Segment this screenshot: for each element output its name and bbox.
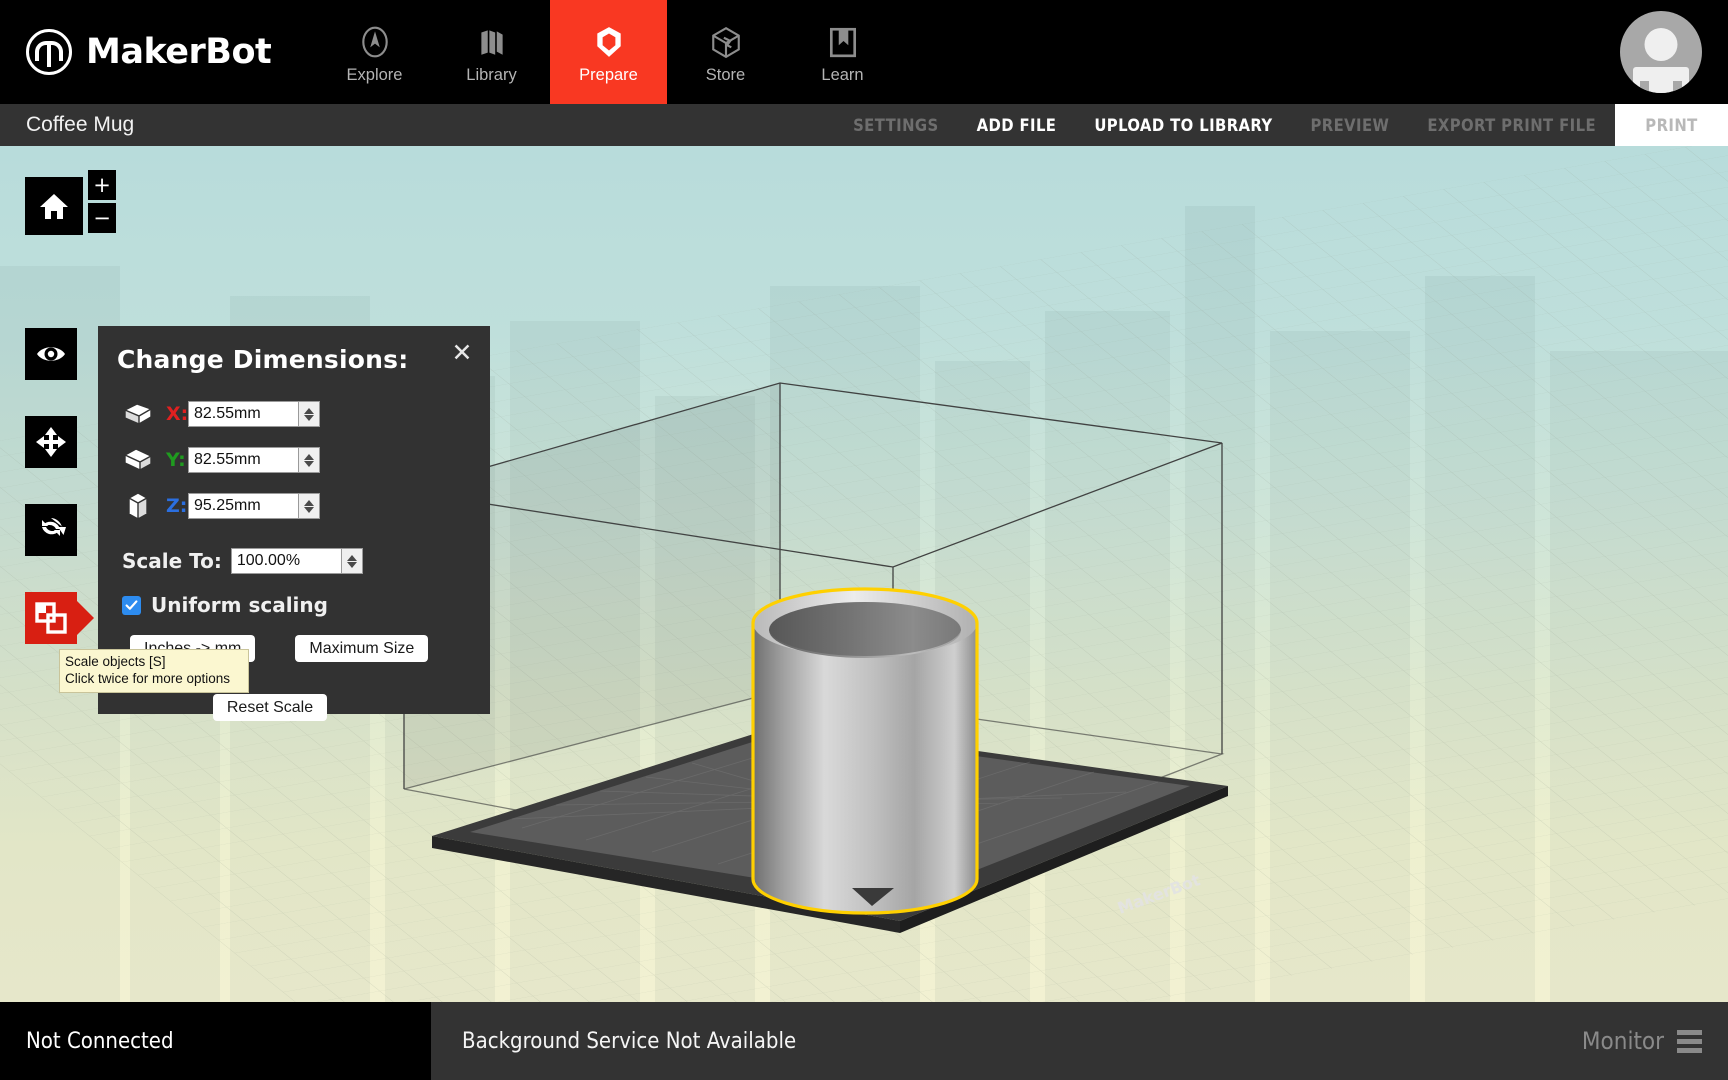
- y-spinner[interactable]: [298, 447, 320, 473]
- reset-button-row: Reset Scale: [98, 694, 490, 721]
- spinner-down-icon: [304, 414, 314, 421]
- scale-to-input[interactable]: 100.00%: [230, 548, 341, 574]
- project-toolbar: Coffee Mug SETTINGS ADD FILE UPLOAD TO L…: [0, 104, 1728, 146]
- top-navigation-bar: MakerBot Explore Library Prepare Store L…: [0, 0, 1728, 104]
- dimension-row-z: Z: 95.25mm: [98, 490, 490, 522]
- nav-item-store[interactable]: Store: [667, 0, 784, 104]
- maximum-size-button[interactable]: Maximum Size: [295, 635, 429, 662]
- x-dimension-input[interactable]: 82.55mm: [188, 401, 298, 427]
- nav-label-store: Store: [705, 66, 746, 84]
- avatar[interactable]: [1620, 11, 1702, 93]
- spinner-up-icon: [304, 407, 314, 414]
- toolbar-actions: SETTINGS ADD FILE UPLOAD TO LIBRARY PREV…: [834, 104, 1728, 146]
- bookmark-icon: [826, 25, 860, 59]
- tooltip-line-2: Click twice for more options: [65, 671, 231, 687]
- y-dimension-input[interactable]: 82.55mm: [188, 447, 298, 473]
- spinner-up-icon: [346, 554, 357, 561]
- nav-item-prepare[interactable]: Prepare: [550, 0, 667, 104]
- makerbot-prepare-icon: [592, 25, 626, 59]
- cube-x-icon: [122, 398, 154, 430]
- spinner-down-icon: [346, 561, 357, 568]
- page-title: Coffee Mug: [26, 113, 135, 136]
- scale-tool-tooltip: Scale objects [S] Click twice for more o…: [59, 649, 249, 693]
- avatar-notch-right: [1673, 81, 1682, 93]
- axis-label-y: Y:: [166, 449, 186, 471]
- z-dimension-input[interactable]: 95.25mm: [188, 493, 298, 519]
- nav-label-library: Library: [466, 66, 517, 84]
- reset-scale-button[interactable]: Reset Scale: [212, 694, 328, 721]
- connection-status: Not Connected: [0, 1002, 431, 1080]
- y-dimension-stepper[interactable]: 82.55mm: [188, 447, 320, 473]
- dimension-row-y: Y: 82.55mm: [98, 444, 490, 476]
- x-spinner[interactable]: [298, 401, 320, 427]
- checkmark-icon: [125, 599, 138, 610]
- x-dimension-stepper[interactable]: 82.55mm: [188, 401, 320, 427]
- status-bar: Not Connected Background Service Not Ava…: [0, 1002, 1728, 1080]
- build-plate-viewport[interactable]: MakerBot + − Scale objects [S] Click twi…: [0, 146, 1728, 1002]
- eye-icon: [37, 347, 65, 361]
- nav-label-learn: Learn: [821, 66, 864, 84]
- export-print-file-button[interactable]: EXPORT PRINT FILE: [1408, 104, 1615, 146]
- zoom-in-button[interactable]: +: [88, 170, 116, 200]
- rotate-arrows-icon: [42, 518, 66, 536]
- makerbot-m-logo-icon: [26, 29, 72, 75]
- object-tools-rail: [25, 328, 94, 680]
- zoom-out-button[interactable]: −: [88, 203, 116, 233]
- box-icon: [709, 25, 743, 59]
- makerbot-print-window: MakerBot Explore Library Prepare Store L…: [0, 0, 1728, 1080]
- monitor-button[interactable]: Monitor: [1582, 1002, 1728, 1080]
- avatar-head: [1644, 28, 1678, 61]
- zoom-controls: + −: [88, 170, 116, 236]
- hamburger-menu-icon: [1677, 1029, 1702, 1053]
- spinner-down-icon: [304, 506, 314, 513]
- uniform-scaling-label: Uniform scaling: [151, 593, 328, 617]
- scale-tool-button[interactable]: [25, 592, 94, 644]
- monitor-label: Monitor: [1581, 1027, 1664, 1055]
- axis-label-z: Z:: [166, 495, 188, 517]
- nav-label-explore: Explore: [346, 66, 403, 84]
- preview-button[interactable]: PREVIEW: [1292, 104, 1409, 146]
- z-spinner[interactable]: [298, 493, 320, 519]
- move-tool-button[interactable]: [25, 416, 77, 468]
- spinner-up-icon: [304, 499, 314, 506]
- upload-to-library-button[interactable]: UPLOAD TO LIBRARY: [1075, 104, 1291, 146]
- books-icon: [475, 25, 509, 59]
- dimension-row-x: X: 82.55mm: [98, 398, 490, 430]
- main-nav-items: Explore Library Prepare Store Learn: [316, 0, 901, 104]
- scale-to-spinner[interactable]: [340, 548, 363, 574]
- spinner-up-icon: [304, 453, 314, 460]
- z-dimension-stepper[interactable]: 95.25mm: [188, 493, 320, 519]
- cube-y-icon: [122, 444, 154, 476]
- uniform-scaling-checkbox[interactable]: [122, 595, 141, 615]
- scale-to-label: Scale To:: [122, 549, 222, 573]
- nav-item-explore[interactable]: Explore: [316, 0, 433, 104]
- avatar-notch-left: [1640, 81, 1649, 93]
- nav-item-learn[interactable]: Learn: [784, 0, 901, 104]
- axis-label-x: X:: [166, 403, 189, 425]
- cube-z-icon: [122, 490, 154, 522]
- nav-label-prepare: Prepare: [579, 66, 638, 84]
- nav-item-library[interactable]: Library: [433, 0, 550, 104]
- dialog-title: Change Dimensions:: [117, 345, 409, 374]
- tooltip-line-1: Scale objects [S]: [65, 654, 166, 669]
- add-file-button[interactable]: ADD FILE: [958, 104, 1076, 146]
- home-icon: [40, 194, 68, 219]
- uniform-scaling-row: Uniform scaling: [98, 593, 490, 617]
- scale-icon: [35, 602, 67, 634]
- settings-button[interactable]: SETTINGS: [834, 104, 957, 146]
- service-status: Background Service Not Available: [462, 1028, 797, 1054]
- move-arrows-icon: [36, 427, 66, 457]
- print-button[interactable]: PRINT: [1615, 104, 1728, 146]
- scale-to-stepper[interactable]: 100.00%: [230, 548, 363, 574]
- scale-to-row: Scale To: 100.00%: [98, 548, 490, 574]
- compass-icon: [358, 25, 392, 59]
- brand-logo[interactable]: MakerBot: [0, 0, 316, 104]
- home-view-button[interactable]: [25, 177, 83, 235]
- spinner-down-icon: [304, 460, 314, 467]
- close-icon[interactable]: ✕: [449, 341, 475, 367]
- rotate-tool-button[interactable]: [25, 504, 77, 556]
- view-tool-button[interactable]: [25, 328, 77, 380]
- brand-name: MakerBot: [86, 32, 272, 72]
